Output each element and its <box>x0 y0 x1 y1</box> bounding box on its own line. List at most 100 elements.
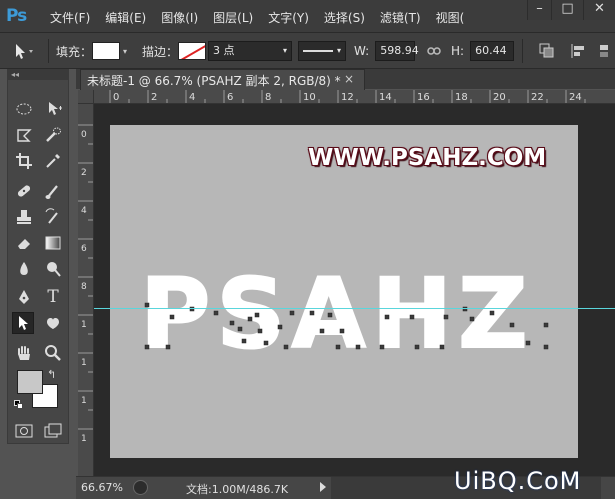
psahz-main-text: PSAHZ <box>140 258 534 355</box>
menu-image[interactable]: 图像(I) <box>161 9 198 26</box>
vertical-ruler-ticks: 0 2 4 6 8 1 1 1 1 <box>78 124 93 444</box>
link-icon[interactable] <box>427 45 441 57</box>
rectangular-marquee-icon[interactable] <box>13 98 35 120</box>
path-arrangement-icon[interactable] <box>598 42 612 60</box>
chevron-down-icon: ▾ <box>282 46 287 55</box>
ruler-label: 16 <box>417 92 430 103</box>
horizontal-guide[interactable] <box>94 308 615 309</box>
menu-view[interactable]: 视图( <box>436 9 465 26</box>
site-watermark-logo: UiBQ.CoM <box>454 467 582 495</box>
eyedropper-icon[interactable] <box>42 150 64 172</box>
fill-swatch[interactable] <box>92 42 121 60</box>
ruler-origin[interactable] <box>78 90 94 104</box>
lasso-icon[interactable] <box>13 124 35 146</box>
toolbox-panel: ◂◂ T ↰ <box>0 69 76 499</box>
path-alignment-icon[interactable] <box>570 42 588 60</box>
tool-preset-picker[interactable] <box>8 33 34 69</box>
canvas-watermark-text: WWW.PSAHZ.COM <box>308 145 547 171</box>
ruler-label: 8 <box>265 92 271 103</box>
stroke-swatch[interactable] <box>178 42 207 60</box>
photoshop-logo: Ps <box>6 6 27 26</box>
path-operations-icon[interactable] <box>538 42 556 60</box>
menu-bar: Ps 文件(F) 编辑(E) 图像(I) 图层(L) 文字(Y) 选择(S) 滤… <box>0 0 615 33</box>
screen-mode-icon[interactable] <box>42 420 64 442</box>
menu-type[interactable]: 文字(Y) <box>268 9 309 26</box>
clone-stamp-icon[interactable] <box>13 206 35 228</box>
window-controls: – □ ✕ <box>527 0 615 20</box>
chevron-down-icon[interactable]: ▾ <box>123 47 127 56</box>
stroke-line-preview <box>303 50 333 52</box>
tools-panel: ◂◂ T ↰ <box>7 69 69 444</box>
crop-icon[interactable] <box>13 150 35 172</box>
menu-edit[interactable]: 编辑(E) <box>105 9 146 26</box>
blur-icon[interactable] <box>13 258 35 280</box>
ruler-label: 8 <box>81 282 87 292</box>
type-icon[interactable]: T <box>42 286 64 308</box>
toolbox-collapse[interactable]: ◂◂ <box>8 70 68 80</box>
direct-selection-icon[interactable] <box>12 312 34 334</box>
gradient-icon[interactable] <box>42 232 64 254</box>
swap-colors-icon[interactable]: ↰ <box>47 368 56 381</box>
ruler-label: 10 <box>303 92 316 103</box>
quick-selection-icon[interactable] <box>42 124 64 146</box>
stroke-width-field[interactable]: 3 点 ▾ <box>208 41 292 61</box>
options-bar: 填充： ▾ 描边： ▾ 3 点 ▾ ▾ W: 598.94 H: 60.44 <box>0 33 615 69</box>
ruler-label: 22 <box>531 92 544 103</box>
history-brush-icon[interactable] <box>42 206 64 228</box>
foreground-color-swatch-top <box>17 370 43 394</box>
stroke-width-value: 3 点 <box>213 44 235 57</box>
brush-icon[interactable] <box>42 180 64 202</box>
document-tab[interactable]: 未标题-1 @ 66.7% (PSAHZ 副本 2, RGB/8) * × <box>80 69 365 90</box>
quick-mask-icon[interactable] <box>13 420 35 442</box>
maximize-icon[interactable]: □ <box>551 0 583 20</box>
main-menu: 文件(F) 编辑(E) 图像(I) 图层(L) 文字(Y) 选择(S) 滤镜(T… <box>50 9 479 26</box>
ruler-label: 1 <box>81 320 87 330</box>
stroke-type-dropdown[interactable]: ▾ <box>298 41 346 61</box>
height-input[interactable]: 60.44 <box>470 41 515 61</box>
dodge-icon[interactable] <box>42 258 64 280</box>
document-size-info: 文档:1.00M/486.7K <box>186 483 289 496</box>
zoom-icon[interactable] <box>42 342 64 364</box>
fill-label: 填充： <box>56 44 93 59</box>
ruler-label: 0 <box>113 92 119 103</box>
status-menu-arrow-icon[interactable] <box>320 482 326 492</box>
ruler-label: 2 <box>81 168 87 178</box>
zoom-level[interactable]: 66.67% <box>81 481 123 494</box>
ruler-label: 24 <box>569 92 582 103</box>
pen-icon[interactable] <box>13 286 35 308</box>
psahz-path-text[interactable]: PSAHZ <box>130 255 570 355</box>
ruler-label: 2 <box>151 92 157 103</box>
ruler-label: 14 <box>379 92 392 103</box>
move-icon[interactable] <box>42 98 64 120</box>
status-info-icon[interactable] <box>133 480 148 495</box>
width-label: W: <box>354 44 370 58</box>
custom-shape-icon[interactable] <box>42 312 64 334</box>
ruler-label: 1 <box>81 358 87 368</box>
ruler-label: 1 <box>81 396 87 406</box>
menu-file[interactable]: 文件(F) <box>50 9 90 26</box>
hand-icon[interactable] <box>13 342 35 364</box>
close-icon[interactable]: ✕ <box>583 0 615 20</box>
ruler-label: 6 <box>81 244 87 254</box>
horizontal-ruler-ticks: 0 2 4 6 8 10 12 14 16 18 20 22 24 <box>109 90 586 103</box>
ruler-label: 18 <box>455 92 468 103</box>
eraser-icon[interactable] <box>13 232 35 254</box>
ruler-label: 1 <box>81 434 87 444</box>
horizontal-ruler[interactable]: 0 2 4 6 8 10 12 14 16 18 20 22 24 <box>94 90 615 104</box>
menu-select[interactable]: 选择(S) <box>324 9 365 26</box>
menu-layer[interactable]: 图层(L) <box>213 9 253 26</box>
document-tab-title: 未标题-1 @ 66.7% (PSAHZ 副本 2, RGB/8) * <box>87 74 341 88</box>
chevron-down-icon: ▾ <box>336 46 341 55</box>
menu-filter[interactable]: 滤镜(T) <box>380 9 421 26</box>
ruler-label: 6 <box>227 92 233 103</box>
minimize-icon[interactable]: – <box>527 0 551 20</box>
vertical-ruler[interactable]: 0 2 4 6 8 1 1 1 1 <box>78 104 94 476</box>
ruler-label: 4 <box>81 206 87 216</box>
ruler-label: 12 <box>341 92 354 103</box>
close-icon[interactable]: × <box>344 72 354 86</box>
stroke-label: 描边： <box>142 44 179 59</box>
ruler-label: 0 <box>81 130 87 140</box>
healing-brush-icon[interactable] <box>13 180 35 202</box>
default-colors-icon[interactable] <box>14 400 24 410</box>
width-input[interactable]: 598.94 <box>375 41 419 61</box>
